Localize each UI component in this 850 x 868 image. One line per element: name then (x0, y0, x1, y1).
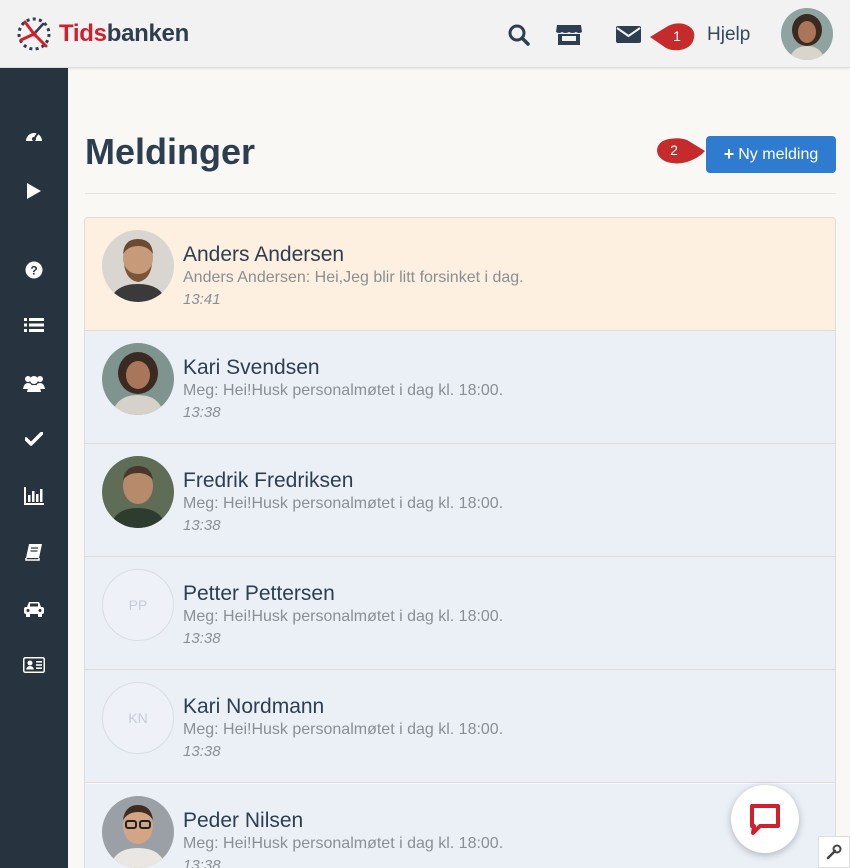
wrench-icon (826, 844, 842, 860)
title-divider (85, 193, 836, 194)
id-card-icon (23, 657, 45, 673)
message-time: 13:41 (183, 291, 221, 308)
logo-text-banken: banken (106, 20, 190, 47)
logo-text: Tidsbanken (59, 20, 189, 48)
new-message-button-label: Ny melding (738, 145, 819, 163)
annotation-marker-1: 1 (648, 22, 700, 52)
avatar (102, 230, 174, 302)
annotation-marker-1-label: 1 (673, 28, 681, 44)
sidebar-item-employees[interactable] (19, 650, 49, 680)
sidebar-item-dashboard[interactable] (19, 121, 49, 151)
settings-tool-button[interactable] (818, 836, 850, 868)
message-time: 13:38 (183, 743, 221, 760)
search-icon[interactable] (506, 22, 532, 48)
car-icon (24, 602, 44, 617)
message-item[interactable]: Kari Svendsen Meg: Hei!Husk personalmøte… (85, 331, 835, 444)
avatar-photo (102, 230, 174, 302)
sidebar-item-users[interactable] (19, 368, 49, 398)
message-time: 13:38 (183, 857, 221, 868)
sidebar-item-play[interactable] (19, 176, 49, 206)
new-message-button[interactable]: + Ny melding (706, 136, 836, 173)
sidebar-item-list[interactable] (19, 310, 49, 340)
sidebar-item-help[interactable]: ? (19, 255, 49, 285)
avatar-initials: KN (102, 682, 174, 754)
avatar (102, 456, 174, 528)
help-link[interactable]: Hjelp (707, 24, 750, 46)
dashboard-icon (26, 132, 42, 141)
list-icon (24, 318, 44, 332)
message-time: 13:38 (183, 404, 221, 421)
annotation-marker-2-label: 2 (670, 142, 678, 158)
avatar (102, 343, 174, 415)
chat-support-button[interactable] (731, 785, 799, 853)
sender-name: Peder Nilsen (183, 809, 304, 832)
top-bar: Tidsbanken 1 Hjelp (0, 0, 850, 68)
sender-name: Petter Pettersen (183, 582, 335, 605)
message-preview: Meg: Hei!Husk personalmøtet i dag kl. 18… (183, 608, 504, 625)
question-icon: ? (25, 261, 43, 279)
logo-text-tids: Tids (59, 20, 107, 47)
avatar-photo (102, 456, 174, 528)
sidebar-item-handbook[interactable] (19, 537, 49, 567)
users-icon (23, 376, 45, 392)
message-time: 13:38 (183, 517, 221, 534)
avatar-photo (102, 343, 174, 415)
plus-icon: + (723, 144, 735, 164)
sidebar: ? (0, 68, 68, 868)
bar-chart-icon (24, 487, 44, 505)
envelope-icon[interactable] (616, 24, 641, 44)
sender-name: Anders Andersen (183, 243, 345, 266)
message-time: 13:38 (183, 630, 221, 647)
message-preview: Meg: Hei!Husk personalmøtet i dag kl. 18… (183, 495, 504, 512)
message-item[interactable]: KN Kari Nordmann Meg: Hei!Husk personalm… (85, 670, 835, 783)
check-icon (25, 432, 43, 446)
play-icon (27, 183, 41, 199)
message-item[interactable]: Fredrik Fredriksen Meg: Hei!Husk persona… (85, 444, 835, 557)
page-title: Meldinger (85, 131, 256, 172)
message-preview: Meg: Hei!Husk personalmøtet i dag kl. 18… (183, 382, 504, 399)
avatar-initials: PP (102, 569, 174, 641)
sender-name: Kari Svendsen (183, 356, 320, 379)
logo[interactable]: Tidsbanken (16, 16, 189, 52)
chat-icon (750, 804, 780, 835)
book-icon (25, 544, 42, 561)
store-icon[interactable] (555, 21, 583, 47)
message-list: Anders Andersen Anders Andersen: Hei,Jeg… (84, 217, 836, 868)
avatar-photo (102, 796, 174, 868)
avatar (102, 796, 174, 868)
sender-name: Fredrik Fredriksen (183, 469, 354, 492)
sidebar-item-travel[interactable] (19, 594, 49, 624)
message-item[interactable]: PP Petter Pettersen Meg: Hei!Husk person… (85, 557, 835, 670)
annotation-marker-2: 2 (655, 136, 707, 166)
sidebar-item-tasks[interactable] (19, 424, 49, 454)
message-preview: Anders Andersen: Hei,Jeg blir litt forsi… (183, 269, 524, 286)
logo-mark-icon (17, 17, 51, 51)
user-avatar-image (781, 8, 833, 60)
user-avatar[interactable] (781, 8, 833, 60)
svg-text:?: ? (30, 264, 37, 278)
message-preview: Meg: Hei!Husk personalmøtet i dag kl. 18… (183, 835, 504, 852)
sender-name: Kari Nordmann (183, 695, 325, 718)
message-item[interactable]: Peder Nilsen Meg: Hei!Husk personalmøtet… (85, 784, 835, 868)
message-item[interactable]: Anders Andersen Anders Andersen: Hei,Jeg… (85, 218, 835, 331)
message-preview: Meg: Hei!Husk personalmøtet i dag kl. 18… (183, 721, 504, 738)
sidebar-item-reports[interactable] (19, 481, 49, 511)
